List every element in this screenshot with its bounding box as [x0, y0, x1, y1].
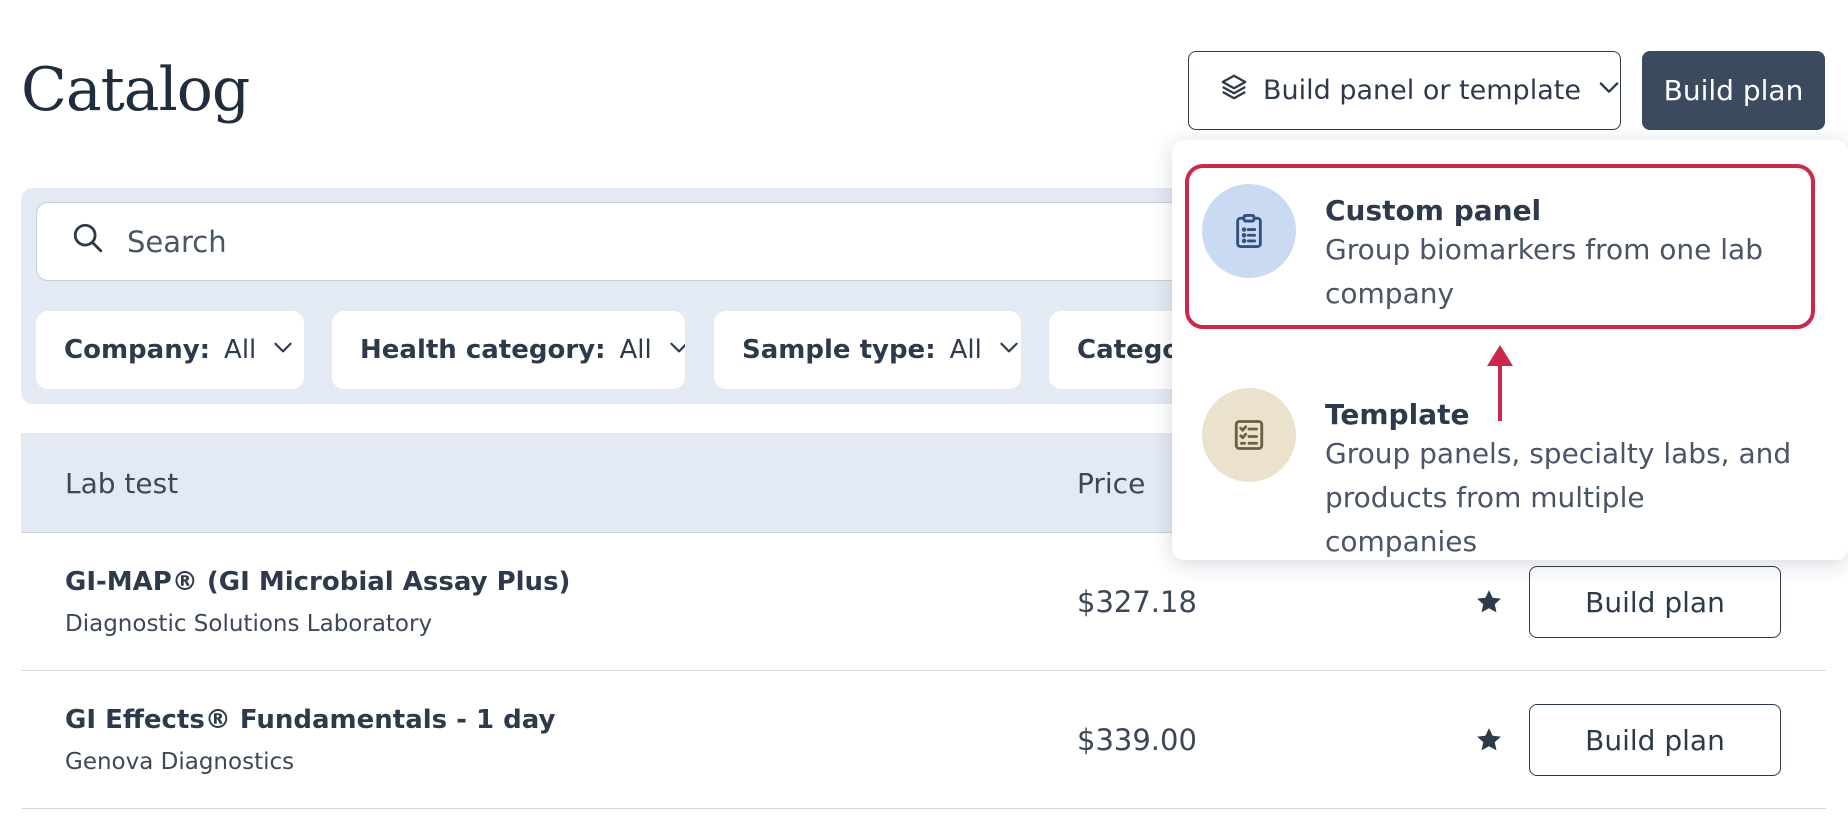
chevron-down-icon — [666, 334, 685, 367]
search-icon — [71, 221, 105, 262]
row-build-plan-button[interactable]: Build plan — [1529, 566, 1781, 638]
star-icon[interactable] — [1474, 725, 1504, 755]
chevron-down-icon — [1595, 73, 1623, 108]
lab-test-name[interactable]: GI Effects® Fundamentals - 1 day — [65, 705, 555, 735]
chevron-down-icon — [270, 334, 296, 367]
filter-sample-type[interactable]: Sample type: All — [714, 311, 1021, 389]
column-header-price: Price — [1077, 467, 1146, 500]
build-panel-or-template-button[interactable]: Build panel or template — [1188, 51, 1621, 130]
search-placeholder: Search — [127, 224, 227, 259]
lab-company: Diagnostic Solutions Laboratory — [65, 611, 433, 637]
page-title: Catalog — [21, 55, 250, 125]
filter-label: Company: — [64, 335, 211, 365]
menu-item-title: Template — [1325, 398, 1470, 431]
layers-icon — [1219, 72, 1249, 109]
build-plan-button[interactable]: Build plan — [1642, 51, 1825, 130]
filter-label: Health category: — [360, 335, 606, 365]
filter-company[interactable]: Company: All — [36, 311, 304, 389]
filter-value: All — [619, 335, 652, 365]
checklist-icon — [1202, 388, 1296, 482]
filter-health-category[interactable]: Health category: All — [332, 311, 685, 389]
lab-test-price: $339.00 — [1077, 723, 1197, 757]
highlight-box — [1185, 164, 1815, 329]
table-row: GI Effects® Fundamentals - 1 day Genova … — [21, 671, 1826, 809]
column-header-lab-test: Lab test — [65, 467, 179, 500]
star-icon[interactable] — [1474, 587, 1504, 617]
filter-label: Sample type: — [742, 335, 936, 365]
filter-value: All — [949, 335, 982, 365]
build-panel-label: Build panel or template — [1263, 75, 1581, 106]
arrow-up-icon — [1487, 345, 1513, 421]
lab-company: Genova Diagnostics — [65, 749, 295, 775]
lab-test-price: $327.18 — [1077, 585, 1197, 619]
filter-value: All — [224, 335, 257, 365]
row-build-plan-button[interactable]: Build plan — [1529, 704, 1781, 776]
chevron-down-icon — [996, 334, 1021, 367]
search-input[interactable]: Search — [36, 202, 1256, 281]
lab-test-name[interactable]: GI-MAP® (GI Microbial Assay Plus) — [65, 567, 570, 597]
menu-item-description: Group panels, specialty labs, and produc… — [1325, 437, 1792, 558]
